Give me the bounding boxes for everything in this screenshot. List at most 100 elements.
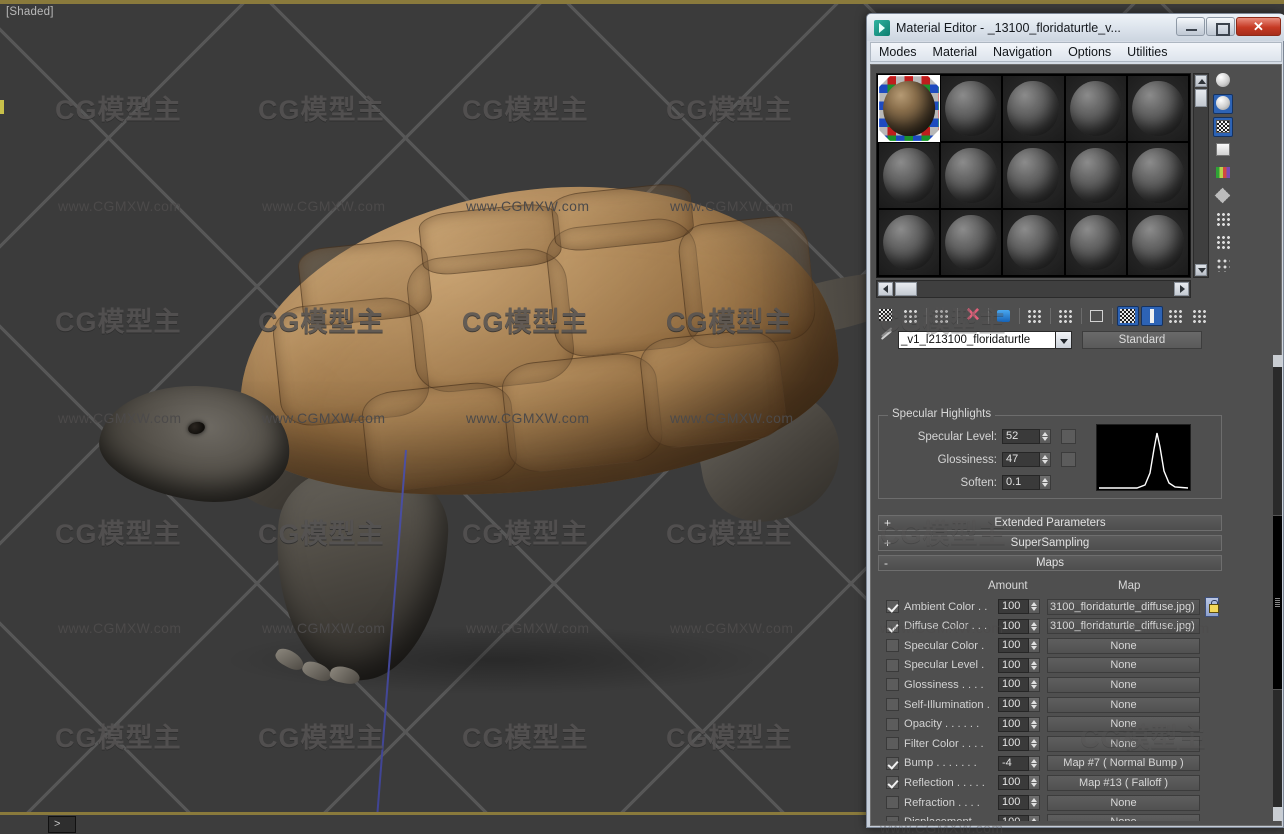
sample-slot-10[interactable] bbox=[1127, 143, 1188, 208]
map-slot-button[interactable]: 3100_floridaturtle_diffuse.jpg) bbox=[1047, 598, 1200, 615]
map-enable-checkbox[interactable] bbox=[886, 600, 899, 613]
put-to-library-icon[interactable] bbox=[1055, 306, 1077, 326]
map-enable-checkbox[interactable] bbox=[886, 776, 899, 790]
specular-level-stepper[interactable] bbox=[1040, 429, 1051, 444]
map-amount-input[interactable]: 100 bbox=[998, 599, 1029, 614]
maxscript-prompt[interactable]: > bbox=[48, 816, 76, 833]
map-enable-checkbox[interactable] bbox=[886, 717, 899, 731]
menu-material[interactable]: Material bbox=[933, 45, 977, 59]
sample-slot-7[interactable] bbox=[941, 143, 1002, 208]
viewport-label[interactable]: [Shaded] bbox=[6, 6, 54, 18]
go-to-parent-icon[interactable] bbox=[1165, 306, 1187, 326]
lock-ambient-diffuse-icon[interactable] bbox=[1205, 597, 1219, 617]
menu-modes[interactable]: Modes bbox=[879, 45, 917, 59]
sample-uv-tiling-icon[interactable] bbox=[1213, 140, 1233, 160]
map-row[interactable]: Glossiness . . . . 100 None bbox=[878, 675, 1222, 694]
slot-vertical-scrollbar[interactable] bbox=[1193, 73, 1209, 278]
material-editor-window[interactable]: Material Editor - _13100_floridaturtle_v… bbox=[866, 13, 1284, 828]
parameters-scrollbar[interactable] bbox=[1273, 355, 1282, 821]
specular-level-map-button[interactable] bbox=[1061, 429, 1076, 444]
map-enable-checkbox[interactable] bbox=[886, 756, 899, 770]
show-map-in-viewport-icon[interactable] bbox=[1117, 306, 1139, 326]
map-amount-stepper[interactable] bbox=[1029, 716, 1040, 732]
map-amount-stepper[interactable] bbox=[1029, 697, 1040, 712]
window-controls[interactable]: ✕ bbox=[1175, 17, 1281, 36]
map-amount-input[interactable]: 100 bbox=[998, 716, 1029, 732]
map-amount-input[interactable]: 100 bbox=[998, 736, 1029, 752]
title-bar[interactable]: Material Editor - _13100_floridaturtle_v… bbox=[867, 14, 1284, 41]
map-row[interactable]: Specular Color . 100 None bbox=[878, 636, 1222, 655]
scroll-up-icon[interactable] bbox=[1195, 75, 1207, 87]
specular-level-spinner[interactable]: 52 bbox=[1002, 429, 1051, 444]
sample-slot-tools[interactable] bbox=[1211, 71, 1235, 286]
show-end-result-icon[interactable] bbox=[1141, 306, 1163, 326]
sample-slot-8[interactable] bbox=[1003, 143, 1064, 208]
map-slot-button[interactable]: None bbox=[1047, 794, 1200, 811]
map-row[interactable]: Bump . . . . . . . -4 Map #7 ( Normal Bump… bbox=[878, 754, 1222, 773]
map-amount-spinner[interactable]: 100 bbox=[998, 775, 1040, 791]
menu-navigation[interactable]: Navigation bbox=[993, 45, 1052, 59]
menu-utilities[interactable]: Utilities bbox=[1127, 45, 1167, 59]
sample-slot-13[interactable] bbox=[1003, 210, 1064, 275]
soften-stepper[interactable] bbox=[1040, 475, 1051, 490]
sample-slot-3[interactable] bbox=[1003, 76, 1064, 141]
map-amount-spinner[interactable]: 100 bbox=[998, 638, 1040, 654]
sample-type-sphere-icon[interactable] bbox=[1213, 71, 1233, 91]
scroll-thumb-horizontal[interactable] bbox=[895, 282, 917, 296]
map-slot-button[interactable]: None bbox=[1047, 696, 1200, 713]
map-amount-spinner[interactable]: 100 bbox=[998, 795, 1040, 810]
map-slot-button[interactable]: None bbox=[1047, 676, 1200, 693]
map-amount-spinner[interactable]: 100 bbox=[998, 736, 1040, 752]
map-amount-input[interactable]: 100 bbox=[998, 795, 1029, 810]
rollout-toggle-icon[interactable]: - bbox=[884, 556, 888, 570]
sample-slot-11[interactable] bbox=[879, 210, 940, 275]
sample-slot-12[interactable] bbox=[941, 210, 1002, 275]
material-type-button[interactable]: Standard bbox=[1082, 331, 1202, 349]
sample-slot-2[interactable] bbox=[941, 76, 1002, 141]
map-amount-spinner[interactable]: 100 bbox=[998, 618, 1040, 634]
map-enable-checkbox[interactable] bbox=[886, 678, 899, 692]
map-amount-stepper[interactable] bbox=[1029, 755, 1040, 771]
map-amount-input[interactable]: 100 bbox=[998, 657, 1029, 673]
background-checker-icon[interactable] bbox=[1213, 117, 1233, 137]
map-amount-input[interactable]: 100 bbox=[998, 638, 1029, 654]
menu-options[interactable]: Options bbox=[1068, 45, 1111, 59]
sample-slot-1[interactable] bbox=[877, 75, 941, 142]
scroll-down-icon[interactable] bbox=[1195, 264, 1207, 276]
map-enable-checkbox[interactable] bbox=[886, 639, 899, 653]
soften-input[interactable]: 0.1 bbox=[1002, 475, 1040, 490]
minimize-button[interactable] bbox=[1176, 17, 1205, 36]
options-gear-icon[interactable] bbox=[1213, 209, 1233, 229]
map-amount-stepper[interactable] bbox=[1029, 775, 1040, 791]
scroll-thumb[interactable] bbox=[1195, 89, 1207, 107]
map-enable-checkbox[interactable] bbox=[886, 796, 899, 809]
map-amount-spinner[interactable]: 100 bbox=[998, 657, 1040, 673]
map-amount-spinner[interactable]: 100 bbox=[998, 599, 1040, 614]
soften-row[interactable]: Soften: 0.1 bbox=[887, 475, 1087, 490]
map-slot-button[interactable]: None bbox=[1047, 657, 1200, 674]
glossiness-map-button[interactable] bbox=[1061, 452, 1076, 467]
map-amount-spinner[interactable]: 100 bbox=[998, 697, 1040, 712]
glossiness-stepper[interactable] bbox=[1040, 452, 1051, 467]
menu-bar[interactable]: Modes Material Navigation Options Utilit… bbox=[870, 42, 1282, 62]
map-amount-spinner[interactable]: 100 bbox=[998, 814, 1040, 821]
map-slot-button[interactable]: Map #13 ( Falloff ) bbox=[1047, 774, 1200, 791]
map-amount-stepper[interactable] bbox=[1029, 599, 1040, 614]
parameters-scroll-track-bottom[interactable] bbox=[1273, 807, 1282, 821]
map-amount-stepper[interactable] bbox=[1029, 677, 1040, 693]
sample-slot-9[interactable] bbox=[1065, 143, 1126, 208]
chevron-down-icon[interactable] bbox=[1056, 331, 1072, 349]
glossiness-row[interactable]: Glossiness: 47 bbox=[887, 452, 1087, 467]
soften-spinner[interactable]: 0.1 bbox=[1002, 475, 1051, 490]
select-by-material-icon[interactable] bbox=[1213, 232, 1233, 252]
map-enable-checkbox[interactable] bbox=[886, 698, 899, 711]
map-row[interactable]: Ambient Color . . 100 3100_floridaturtle_d… bbox=[878, 597, 1222, 616]
make-unique-icon[interactable] bbox=[1024, 306, 1046, 326]
video-color-check-icon[interactable] bbox=[1213, 163, 1233, 183]
map-amount-spinner[interactable]: 100 bbox=[998, 716, 1040, 732]
map-amount-spinner[interactable]: 100 bbox=[998, 677, 1040, 693]
parameters-scroll-track-top[interactable] bbox=[1273, 355, 1282, 367]
parameters-scroll-thumb[interactable] bbox=[1273, 515, 1282, 690]
go-forward-to-sibling-icon[interactable] bbox=[1189, 306, 1211, 326]
scroll-right-icon[interactable] bbox=[1174, 282, 1189, 296]
